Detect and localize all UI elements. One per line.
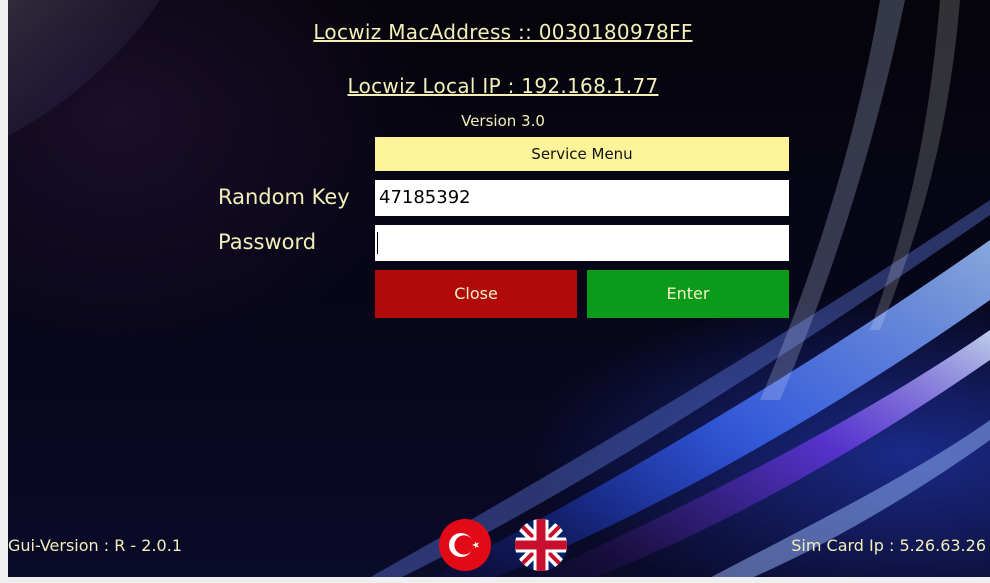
random-key-field[interactable]: 47185392	[375, 180, 789, 216]
turkey-flag-icon[interactable]	[438, 518, 492, 572]
screen-edge-left	[0, 0, 8, 583]
service-login-screen: Locwiz MacAddress :: 0030180978FF Locwiz…	[0, 0, 990, 583]
random-key-label: Random Key	[218, 185, 350, 209]
mac-address-label: Locwiz MacAddress :: 0030180978FF	[313, 20, 693, 44]
local-ip-label: Locwiz Local IP : 192.168.1.77	[347, 74, 659, 98]
password-field[interactable]	[375, 225, 789, 261]
screen-edge-bottom	[0, 577, 990, 583]
service-menu-title: Service Menu	[375, 137, 789, 171]
text-cursor	[377, 232, 378, 254]
close-button[interactable]: Close	[375, 270, 577, 318]
sim-card-ip-label: Sim Card Ip : 5.26.63.26	[791, 536, 986, 555]
version-label: Version 3.0	[461, 112, 545, 130]
enter-button[interactable]: Enter	[587, 270, 789, 318]
gui-version-label: Gui-Version : R - 2.0.1	[8, 536, 182, 555]
uk-flag-icon[interactable]	[514, 518, 568, 572]
password-label: Password	[218, 230, 317, 254]
